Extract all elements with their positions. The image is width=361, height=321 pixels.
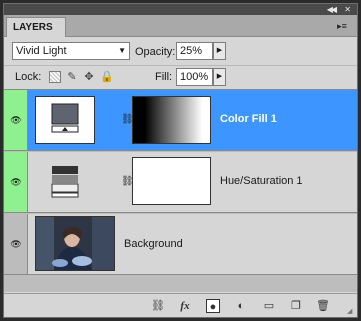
- background-photo-thumbnail: [35, 216, 115, 271]
- close-icon[interactable]: ✕: [344, 4, 351, 15]
- photo-image: [36, 217, 114, 270]
- opacity-label: Opacity:: [135, 46, 176, 58]
- blend-opacity-row: Vivid Light ▼ Opacity: 25% ▶: [4, 38, 357, 66]
- opacity-slider-button[interactable]: ▶: [213, 42, 226, 60]
- layer-row-color-fill[interactable]: 👁 ⛓ Color Fill 1: [4, 90, 357, 151]
- layers-panel: ◀◀ ✕ LAYERS ▸≡ Vivid Light ▼ Opacity: 25…: [3, 3, 358, 318]
- layers-bottom-toolbar: ⛓ fx ● ◐ ▭ ❐ 🗑 ◢: [4, 293, 357, 317]
- layers-list: 👁 ⛓ Color Fill 1 👁 ⛓ Hue/Saturation 1 👁 …: [4, 89, 357, 292]
- double-chevron-right-icon[interactable]: ◀◀: [327, 4, 337, 15]
- fill-layer-icon: [51, 103, 79, 133]
- eye-icon: 👁: [10, 115, 22, 125]
- new-layer-icon[interactable]: ❐: [289, 299, 303, 313]
- tab-layers[interactable]: LAYERS: [6, 17, 66, 37]
- lock-fill-row: Lock: ✎ ✥ 🔒 Fill: 100% ▶: [4, 67, 357, 89]
- eye-icon: 👁: [10, 239, 22, 249]
- lock-all-icon[interactable]: 🔒: [100, 71, 114, 83]
- fill-slider-button[interactable]: ▶: [213, 68, 226, 86]
- mask-link-icon[interactable]: ⛓: [121, 113, 134, 127]
- adjustment-layer-icon[interactable]: ◐: [234, 299, 248, 313]
- layer-mask-thumbnail[interactable]: [132, 96, 211, 144]
- layer-row-background[interactable]: 👁 Background: [4, 214, 357, 275]
- fill-input[interactable]: 100%: [176, 68, 213, 86]
- fx-icon[interactable]: fx: [178, 299, 192, 313]
- blend-mode-value: Vivid Light: [16, 45, 67, 57]
- new-group-icon[interactable]: ▭: [262, 299, 276, 313]
- lock-label: Lock:: [15, 71, 42, 83]
- layer-name[interactable]: Hue/Saturation 1: [220, 175, 303, 187]
- visibility-toggle[interactable]: 👁: [4, 90, 28, 150]
- link-layers-icon[interactable]: ⛓: [151, 299, 165, 313]
- layer-name[interactable]: Color Fill 1: [220, 113, 277, 125]
- resize-grip-icon[interactable]: ◢: [347, 308, 355, 316]
- adjustment-layer-icon: [51, 166, 79, 198]
- eye-icon: 👁: [10, 177, 22, 187]
- trash-icon[interactable]: 🗑: [316, 299, 330, 313]
- layer-thumbnail: [35, 96, 95, 144]
- opacity-input[interactable]: 25%: [176, 42, 213, 60]
- blend-mode-select[interactable]: Vivid Light ▼: [12, 42, 130, 60]
- fill-label: Fill:: [155, 71, 173, 83]
- lock-move-icon[interactable]: ✥: [83, 71, 95, 83]
- tab-bar: LAYERS ▸≡: [4, 15, 357, 37]
- add-mask-icon[interactable]: ●: [206, 299, 220, 313]
- visibility-toggle[interactable]: 👁: [4, 214, 28, 274]
- mask-link-icon[interactable]: ⛓: [121, 175, 134, 189]
- layer-row-hue-saturation[interactable]: 👁 ⛓ Hue/Saturation 1: [4, 152, 357, 213]
- chevron-down-icon: ▼: [118, 46, 126, 55]
- layer-mask-thumbnail[interactable]: [132, 157, 211, 205]
- lock-brush-icon[interactable]: ✎: [66, 71, 78, 83]
- panel-menu-icon[interactable]: ▸≡: [335, 19, 349, 33]
- panel-title-bar: ◀◀ ✕: [4, 4, 357, 15]
- lock-transparency-icon[interactable]: [49, 71, 61, 83]
- layer-name[interactable]: Background: [124, 238, 183, 250]
- layer-thumbnail: [35, 157, 95, 205]
- visibility-toggle[interactable]: 👁: [4, 152, 28, 212]
